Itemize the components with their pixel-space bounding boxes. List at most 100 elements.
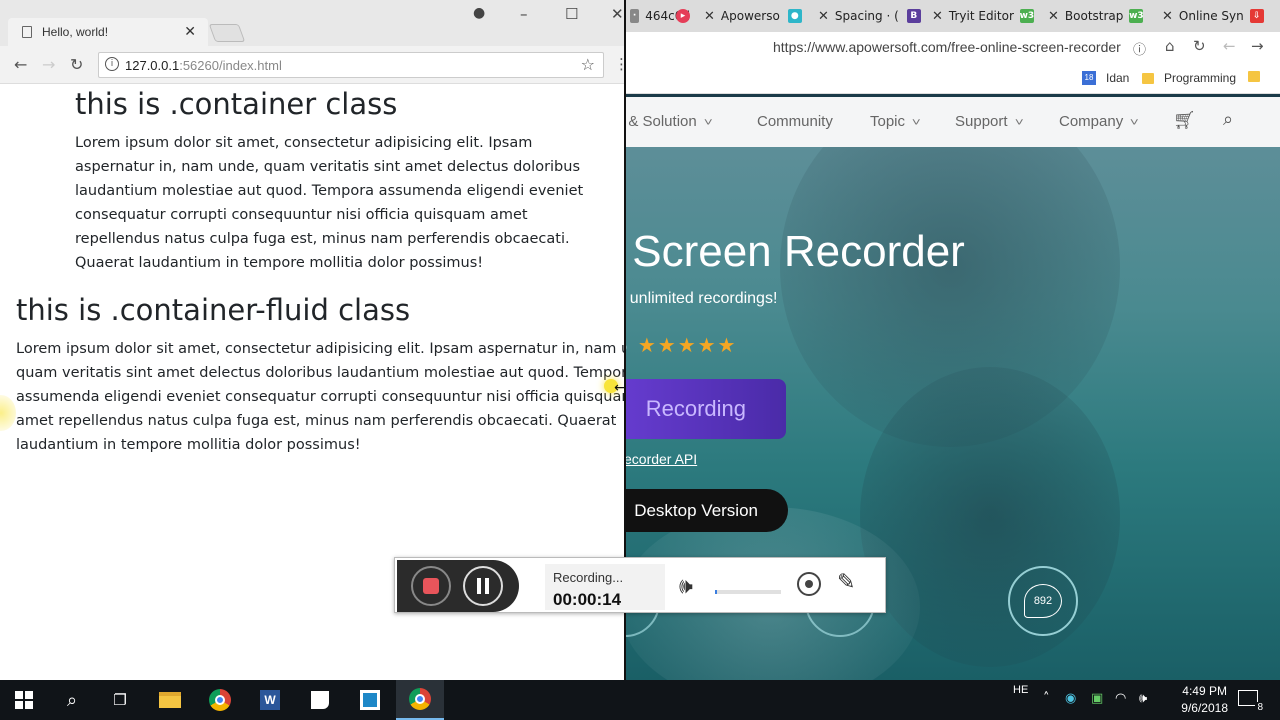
url-path: :56260/index.html	[179, 58, 282, 73]
background-tab-5[interactable]: ✕ Bootstrap w3	[1048, 0, 1160, 32]
hero-title-text: Screen Recorder	[632, 227, 965, 276]
background-tab-5-label: Bootstrap	[1064, 9, 1124, 23]
volume-icon[interactable]: 🕪︎	[1139, 691, 1147, 706]
nav-support[interactable]: Support ˅	[955, 113, 1024, 130]
back-icon[interactable]: ←	[1223, 37, 1236, 55]
volume-slider[interactable]	[715, 590, 781, 594]
start-button[interactable]	[0, 680, 48, 720]
address-bar[interactable]: i 127.0.0.1:56260/index.html ☆	[98, 52, 604, 78]
chrome-active-icon[interactable]	[396, 680, 444, 720]
container-fluid-heading: this is .container-fluid class	[16, 293, 411, 327]
screen-recorder-widget: Recording... 00:00:14 🕪︎ ✎	[394, 557, 886, 613]
stop-recording-button[interactable]	[411, 566, 451, 606]
profile-icon[interactable]: ●	[473, 5, 485, 21]
w3schools-icon: w3	[1129, 9, 1144, 23]
bookmark-folder[interactable]	[1248, 71, 1270, 82]
taskbar: ⌕ ❐ W HE ˄ ◉ ▣ ◠ 🕪︎ 4:49 PM 9/6/2018 8	[0, 680, 1280, 720]
play-icon: ▸	[676, 9, 690, 23]
clock[interactable]: 4:49 PM 9/6/2018	[1181, 683, 1228, 717]
paragraph-line: Lorem ipsum dolor sit amet, consectetur …	[75, 135, 533, 151]
back-icon[interactable]: ←	[14, 55, 27, 74]
word-icon[interactable]: W	[246, 680, 294, 720]
site-navigation: t & Solution ˅ Community Topic ˅ Support ˅ …	[620, 97, 1280, 147]
tool-icon[interactable]	[346, 680, 394, 720]
chevron-up-icon[interactable]: ˄	[1043, 691, 1050, 706]
reload-icon[interactable]: ↻	[70, 55, 83, 74]
background-tab-3-label: Spacing · (	[834, 9, 899, 23]
menu-icon[interactable]: ⋮	[614, 55, 624, 73]
windows-logo-icon	[15, 691, 33, 709]
background-tab-2-label: Apowerso	[720, 9, 780, 23]
recording-timer: 00:00:14	[553, 590, 622, 609]
close-icon[interactable]: ✕	[704, 9, 715, 24]
background-tab-6[interactable]: ✕ Online Syn ⇩	[1162, 0, 1280, 32]
sticky-notes-icon[interactable]	[296, 680, 344, 720]
note-icon	[311, 691, 329, 709]
paragraph-line: Lorem ipsum dolor sit amet, consectetur …	[16, 341, 626, 357]
background-tab-2[interactable]: ✕ Apowerso ●	[704, 0, 814, 32]
bookmark-programming[interactable]: Programming	[1142, 71, 1236, 85]
webcam-icon[interactable]	[797, 572, 821, 596]
nav-topic[interactable]: Topic ˅	[870, 113, 921, 130]
chrome-logo-icon	[209, 689, 231, 711]
pause-icon	[477, 578, 489, 594]
minimize-icon[interactable]: –	[520, 5, 528, 23]
maximize-icon[interactable]: ☐	[565, 5, 578, 23]
folder-icon	[1142, 72, 1154, 84]
recorder-api-link[interactable]: ecorder API	[624, 451, 697, 467]
nav-company-label: Company	[1059, 113, 1124, 130]
language-indicator[interactable]: HE	[1013, 684, 1028, 696]
tab-hello-world[interactable]: Hello, world! ✕	[8, 18, 208, 46]
pause-recording-button[interactable]	[463, 566, 503, 606]
pen-icon[interactable]: ✎	[837, 570, 855, 595]
speaker-icon[interactable]: 🕪︎	[679, 574, 693, 599]
security-tray-icon[interactable]: ▣	[1091, 691, 1103, 706]
rating-stars: ) ★★★★★	[622, 333, 737, 357]
bookmark-star-icon[interactable]: ☆	[581, 55, 595, 74]
info-icon[interactable]: ⓘ	[1133, 39, 1146, 58]
hero-subtitle: r unlimited recordings!	[620, 290, 778, 307]
paragraph-line: Quaerat laudantium in tempore mollitia d…	[75, 255, 484, 271]
file-explorer-icon[interactable]	[146, 680, 194, 720]
nav-solution[interactable]: t & Solution ˅	[620, 113, 712, 130]
nav-company[interactable]: Company ˅	[1059, 113, 1139, 130]
recorder-tray-icon[interactable]: ◉	[1065, 691, 1076, 706]
paragraph-line: laudantium molestiae aut quod. Tempora a…	[75, 183, 584, 199]
stat-value: 892	[1033, 595, 1053, 607]
reload-icon[interactable]: ↻	[1193, 37, 1206, 55]
chrome-icon[interactable]	[196, 680, 244, 720]
search-icon[interactable]: ⌕	[48, 680, 96, 720]
stars-icon: ★★★★★	[637, 333, 738, 357]
desktop-version-label: Desktop Version	[634, 500, 758, 520]
desktop-version-button[interactable]: Desktop Version	[620, 489, 788, 532]
home-icon[interactable]: ⌂	[1165, 37, 1175, 55]
start-recording-button[interactable]: Recording	[620, 379, 786, 439]
background-address-bar[interactable]: https://www.apowersoft.com/free-online-s…	[773, 39, 1121, 55]
paragraph-line: repellendus natus culpa fuga est, minus …	[75, 231, 570, 247]
forward-icon[interactable]: →	[42, 55, 55, 74]
word-logo-icon: W	[260, 690, 280, 710]
close-icon[interactable]: ✕	[932, 9, 943, 24]
background-tab-3[interactable]: ✕ Spacing · ( B	[818, 0, 930, 32]
close-icon[interactable]: ✕	[1162, 9, 1173, 24]
notifications-icon[interactable]: 8	[1238, 690, 1265, 713]
search-icon[interactable]: ⌕	[1223, 109, 1233, 130]
cart-icon[interactable]: 🛒︎	[1173, 110, 1196, 131]
close-icon[interactable]: ✕	[1048, 9, 1059, 24]
paragraph-line: consequatur corrupti consequuntur nisi o…	[75, 207, 528, 223]
info-icon[interactable]: i	[105, 57, 119, 71]
front-tab-bar: Hello, world! ✕ ● – ☐ ✕	[0, 0, 624, 46]
bookmark-idan[interactable]: 18 Idan	[1082, 71, 1129, 85]
close-window-icon[interactable]: ✕	[611, 5, 624, 23]
page-icon	[22, 26, 32, 38]
hero-title: Screen Recorder	[632, 227, 965, 277]
forward-icon[interactable]: →	[1251, 37, 1264, 55]
nav-community[interactable]: Community	[757, 113, 833, 130]
background-tab-4[interactable]: ✕ Tryit Editor w3	[932, 0, 1044, 32]
close-tab-icon[interactable]: ✕	[184, 23, 196, 40]
task-view-icon[interactable]: ❐	[96, 680, 144, 720]
new-tab-button[interactable]	[208, 24, 246, 42]
chevron-down-icon: ˅	[1014, 117, 1024, 129]
wifi-icon[interactable]: ◠	[1115, 691, 1126, 706]
close-icon[interactable]: ✕	[818, 9, 829, 24]
